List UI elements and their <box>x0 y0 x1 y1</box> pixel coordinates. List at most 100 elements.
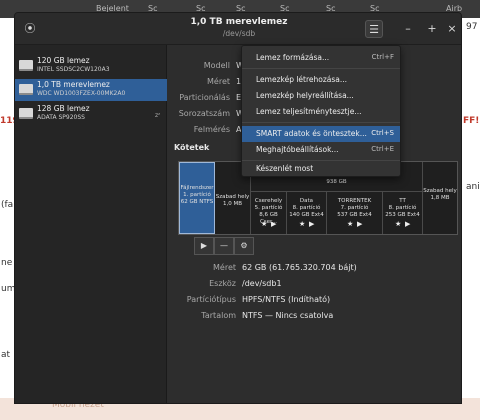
partition-block[interactable]: TORRENTEK 7. partíció 537 GB Ext4 ★ ▶ <box>327 192 383 234</box>
play-icon: ▶ <box>309 220 315 228</box>
menu-item-label: Meghajtóbeállítások... <box>256 145 339 154</box>
menu-separator <box>242 160 400 161</box>
drive-item[interactable]: 120 GB lemez INTEL SSDSC2CW120A3 <box>15 55 167 77</box>
menu-item-standby[interactable]: Készenlét most <box>242 162 400 176</box>
partition-line: 1. partíció <box>183 192 211 198</box>
partition-line: TORRENTEK <box>337 198 372 204</box>
menu-item-benchmark[interactable]: Lemez teljesítménytesztje... <box>242 104 400 120</box>
volumes-heading: Kötetek <box>174 143 210 152</box>
mount-button[interactable]: ▶ <box>194 237 214 255</box>
star-icon: ★ <box>261 220 268 228</box>
partition-line: 62 GB NTFS <box>180 199 214 205</box>
play-icon: ▶ <box>271 220 277 228</box>
partition-line: Data <box>299 198 314 204</box>
partition-line: Szabad hely <box>215 194 250 200</box>
partition-block[interactable]: TT 8. partíció 253 GB Ext4 ★ ▶ <box>383 192 423 234</box>
maximize-button[interactable]: + <box>423 20 441 38</box>
partition-line: TT <box>399 198 406 204</box>
menu-item-create-image[interactable]: Lemezkép létrehozása... <box>242 72 400 88</box>
partition-block[interactable]: Cserehely 5. partíció 8,6 GB Cser... ★ ▶ <box>251 192 287 234</box>
detail-label: Eszköz <box>209 279 236 288</box>
window-subtitle: /dev/sdb <box>222 29 256 38</box>
detail-value: NTFS — Nincs csatolva <box>242 311 334 320</box>
drive-menu-popover: Lemez formázása... Ctrl+F Lemezkép létre… <box>241 45 401 177</box>
background-text: at <box>1 350 11 360</box>
menu-item-smart[interactable]: SMART adatok és öntesztek... Ctrl+S <box>242 126 400 142</box>
window-title: 1,0 TB merevlemez <box>190 17 288 27</box>
drive-icon <box>19 108 33 119</box>
drive-icon <box>19 60 33 71</box>
play-icon: ▶ <box>405 220 411 228</box>
settings-button[interactable]: ⚙ <box>234 237 254 255</box>
menu-separator <box>242 122 400 123</box>
play-icon: ▶ <box>357 220 363 228</box>
detail-value: HPFS/NTFS (Indítható) <box>242 295 331 304</box>
drive-item-selected[interactable]: 1,0 TB merevlemez WDC WD1003FZEX-00MK2A0 <box>15 79 167 101</box>
menu-item-shortcut: Ctrl+S <box>371 129 394 137</box>
standby-icon: zᶻ <box>155 112 161 119</box>
background-text: 97 <box>466 22 478 32</box>
drive-icon <box>19 84 33 95</box>
menu-item-drive-settings[interactable]: Meghajtóbeállítások... Ctrl+E <box>242 142 400 158</box>
delete-partition-button[interactable]: — <box>214 237 234 255</box>
partition-line: Fájlrendszer <box>180 185 214 191</box>
drive-name: 1,0 TB merevlemez <box>37 80 110 89</box>
title-bar[interactable]: ⦿ 1,0 TB merevlemez /dev/sdb ☰ – + × <box>15 13 461 45</box>
drive-model: WDC WD1003FZEX-00MK2A0 <box>37 90 126 97</box>
menu-separator <box>242 68 400 69</box>
partition-line: 8. partíció <box>292 205 321 211</box>
menu-item-label: Lemez teljesítménytesztje... <box>256 107 362 116</box>
drive-menu-button[interactable]: ☰ <box>365 20 383 38</box>
free-space-block[interactable]: Szabad hely 1,8 MB <box>423 162 457 234</box>
partition-line: 8. partíció <box>388 205 417 211</box>
volume-toolbar: ▶ — ⚙ <box>178 237 254 255</box>
detail-label: Partíciótípus <box>186 295 236 304</box>
drive-name: 120 GB lemez <box>37 56 90 65</box>
close-button[interactable]: × <box>443 20 461 38</box>
prop-label: Modell <box>203 61 230 70</box>
prop-label: Particionálás <box>179 93 230 102</box>
partition-line: 5. partíció <box>254 205 283 211</box>
menu-item-shortcut: Ctrl+E <box>371 145 394 153</box>
background-red-text: FF!) <box>463 116 480 126</box>
star-icon: ★ <box>395 220 402 228</box>
detail-value: /dev/sdb1 <box>242 279 282 288</box>
prop-label: Sorozatszám <box>178 109 230 118</box>
drive-list: 120 GB lemez INTEL SSDSC2CW120A3 1,0 TB … <box>15 45 167 403</box>
star-icon: ★ <box>299 220 306 228</box>
partition-block[interactable]: Data 8. partíció 140 GB Ext4 ★ ▶ <box>287 192 327 234</box>
drive-model: INTEL SSDSC2CW120A3 <box>37 66 110 73</box>
partition-line: 1,8 MB <box>430 195 450 201</box>
background-text: ne <box>1 258 13 268</box>
partition-line: Szabad hely <box>423 188 457 194</box>
partition-line: 938 GB <box>326 179 347 185</box>
prop-label: Méret <box>207 77 230 86</box>
menu-item-label: Lemezkép helyreállítása... <box>256 91 354 100</box>
detail-label: Méret <box>213 263 236 272</box>
partition-line: 537 GB Ext4 <box>337 212 372 218</box>
background-text: ani <box>466 182 480 192</box>
drive-item[interactable]: 128 GB lemez ADATA SP920SS zᶻ <box>15 103 167 125</box>
partition-line: Cserehely <box>254 198 283 204</box>
detail-label: Tartalom <box>201 311 236 320</box>
menu-item-shortcut: Ctrl+F <box>371 53 394 61</box>
partition-block-selected[interactable]: Fájlrendszer 1. partíció 62 GB NTFS <box>179 162 215 234</box>
drive-name: 128 GB lemez <box>37 104 90 113</box>
menu-item-label: Lemez formázása... <box>256 53 330 62</box>
star-icon: ★ <box>347 220 354 228</box>
menu-item-label: Készenlét most <box>256 164 314 173</box>
menu-item-label: SMART adatok és öntesztek... <box>256 129 367 138</box>
menu-item-restore-image[interactable]: Lemezkép helyreállítása... <box>242 88 400 104</box>
detail-value: 62 GB (61.765.320.704 bájt) <box>242 263 357 272</box>
partition-line: 7. partíció <box>340 205 369 211</box>
menu-item-format[interactable]: Lemez formázása... Ctrl+F <box>242 50 400 66</box>
drive-model: ADATA SP920SS <box>37 114 85 121</box>
partition-line: 140 GB Ext4 <box>289 212 324 218</box>
partition-line: 1,0 MB <box>222 201 242 207</box>
prop-label: Felmérés <box>193 125 230 134</box>
partition-line: 253 GB Ext4 <box>385 212 420 218</box>
minimize-button[interactable]: – <box>399 20 417 38</box>
menu-item-label: Lemezkép létrehozása... <box>256 75 348 84</box>
disks-window: ⦿ 1,0 TB merevlemez /dev/sdb ☰ – + × 120… <box>14 12 462 404</box>
partition-line: 8,6 GB Cser... <box>259 212 278 225</box>
